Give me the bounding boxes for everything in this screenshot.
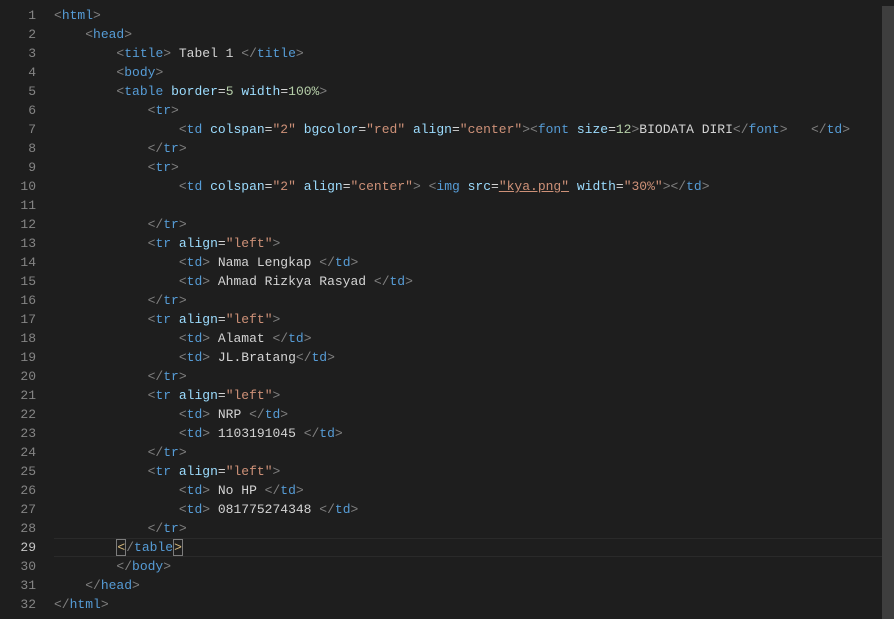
code-line[interactable]: </tr> — [54, 443, 894, 462]
code-line[interactable]: <body> — [54, 63, 894, 82]
code-line[interactable]: </tr> — [54, 367, 894, 386]
line-num: 9 — [0, 158, 36, 177]
code-line[interactable]: </head> — [54, 576, 894, 595]
code-line[interactable]: <tr> — [54, 158, 894, 177]
code-line[interactable]: <tr align="left"> — [54, 386, 894, 405]
line-num: 8 — [0, 139, 36, 158]
line-num: 2 — [0, 25, 36, 44]
line-num: 14 — [0, 253, 36, 272]
line-num: 19 — [0, 348, 36, 367]
line-num: 28 — [0, 519, 36, 538]
scroll-thumb[interactable] — [882, 6, 894, 619]
line-num: 10 — [0, 177, 36, 196]
code-line[interactable]: <td> Nama Lengkap </td> — [54, 253, 894, 272]
line-num: 20 — [0, 367, 36, 386]
line-num: 22 — [0, 405, 36, 424]
code-line[interactable]: <td> 1103191045 </td> — [54, 424, 894, 443]
line-num-current: 29 — [0, 538, 36, 557]
code-line[interactable]: <tr align="left"> — [54, 234, 894, 253]
code-line[interactable]: <tr> — [54, 101, 894, 120]
line-num: 32 — [0, 595, 36, 614]
line-num: 1 — [0, 6, 36, 25]
code-line[interactable]: <td> Alamat </td> — [54, 329, 894, 348]
code-line[interactable]: <td colspan="2" align="center"> <img src… — [54, 177, 894, 196]
code-line[interactable]: </tr> — [54, 519, 894, 538]
line-num: 3 — [0, 44, 36, 63]
line-num: 12 — [0, 215, 36, 234]
code-line[interactable]: <td> No HP </td> — [54, 481, 894, 500]
code-line[interactable]: <html> — [54, 6, 894, 25]
line-num: 16 — [0, 291, 36, 310]
code-line[interactable]: <tr align="left"> — [54, 310, 894, 329]
code-editor[interactable]: 1 2 3 4 5 6 7 8 9 10 11 12 13 14 15 16 1… — [0, 0, 894, 619]
line-num: 26 — [0, 481, 36, 500]
code-line[interactable]: </tr> — [54, 139, 894, 158]
line-num: 11 — [0, 196, 36, 215]
line-num: 23 — [0, 424, 36, 443]
code-line[interactable]: <td> Ahmad Rizkya Rasyad </td> — [54, 272, 894, 291]
code-line[interactable]: <td> NRP </td> — [54, 405, 894, 424]
code-line[interactable]: <tr align="left"> — [54, 462, 894, 481]
code-line[interactable]: </tr> — [54, 215, 894, 234]
code-line[interactable]: </body> — [54, 557, 894, 576]
vertical-scrollbar[interactable] — [882, 6, 894, 619]
code-line[interactable]: </tr> — [54, 291, 894, 310]
code-line[interactable]: <head> — [54, 25, 894, 44]
line-number-gutter: 1 2 3 4 5 6 7 8 9 10 11 12 13 14 15 16 1… — [0, 6, 54, 619]
code-line[interactable]: <table border=5 width=100%> — [54, 82, 894, 101]
line-num: 5 — [0, 82, 36, 101]
line-num: 4 — [0, 63, 36, 82]
line-num: 6 — [0, 101, 36, 120]
code-area[interactable]: <html> <head> <title> Tabel 1 </title> <… — [54, 6, 894, 619]
code-line[interactable]: <td colspan="2" bgcolor="red" align="cen… — [54, 120, 894, 139]
code-line[interactable]: <title> Tabel 1 </title> — [54, 44, 894, 63]
code-line[interactable] — [54, 196, 894, 215]
code-line[interactable]: <td> JL.Bratang</td> — [54, 348, 894, 367]
line-num: 17 — [0, 310, 36, 329]
line-num: 21 — [0, 386, 36, 405]
line-num: 15 — [0, 272, 36, 291]
line-num: 30 — [0, 557, 36, 576]
line-num: 13 — [0, 234, 36, 253]
line-num: 18 — [0, 329, 36, 348]
line-num: 7 — [0, 120, 36, 139]
line-num: 27 — [0, 500, 36, 519]
line-num: 31 — [0, 576, 36, 595]
code-line[interactable]: </table> — [54, 538, 894, 557]
line-num: 25 — [0, 462, 36, 481]
line-num: 24 — [0, 443, 36, 462]
code-line[interactable]: <td> 081775274348 </td> — [54, 500, 894, 519]
code-line[interactable]: </html> — [54, 595, 894, 614]
